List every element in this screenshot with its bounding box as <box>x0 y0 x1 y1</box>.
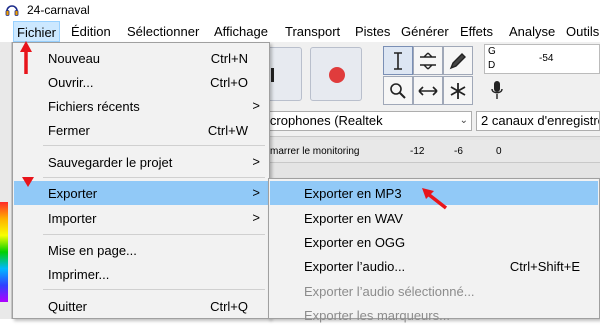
ruler-tick: -6 <box>454 146 463 157</box>
menu-item-exporter[interactable]: Exporter > <box>14 181 268 205</box>
shortcut-label: Ctrl+Shift+E <box>509 259 580 274</box>
submenu-item-label: Exporter en WAV <box>304 211 403 226</box>
ruler-tick: 0 <box>496 146 502 157</box>
submenu-item-exporter-marqueurs: Exporter les marqueurs... <box>270 303 598 327</box>
microphone-icon <box>491 81 503 99</box>
zoom-tool-button[interactable] <box>383 76 413 105</box>
submenu-arrow-icon: > <box>252 154 260 169</box>
submenu-item-exporter-selection: Exporter l’audio sélectionné... <box>270 279 598 303</box>
magnifier-icon <box>390 82 406 99</box>
menu-item-label: Imprimer... <box>48 267 110 282</box>
pencil-icon <box>449 52 466 69</box>
menu-item-nouveau[interactable]: Nouveau Ctrl+N <box>14 46 268 70</box>
envelope-tool-button[interactable] <box>413 46 443 75</box>
menu-item-label: Nouveau <box>48 51 101 66</box>
ruler-tick: -12 <box>410 146 425 157</box>
submenu-item-label: Exporter les marqueurs... <box>304 308 450 323</box>
timeshift-tool-button[interactable] <box>413 76 443 105</box>
menu-analyse[interactable]: Analyse <box>509 24 555 39</box>
spectrum-color-strip <box>0 202 8 302</box>
menu-item-label: Mise en page... <box>48 243 137 258</box>
menu-item-label: Importer <box>48 211 97 226</box>
monitoring-prompt: marrer le monitoring <box>270 146 360 157</box>
menu-selectionner[interactable]: Sélectionner <box>127 24 199 39</box>
asterisk-icon <box>450 82 466 99</box>
menu-edition[interactable]: Édition <box>71 24 111 39</box>
menu-item-label: Sauvegarder le projet <box>48 155 173 170</box>
input-device-select[interactable]: icrophones (Realtek ⌄ <box>262 111 472 131</box>
menu-item-label: Fermer <box>48 123 90 138</box>
menu-item-fichiers-recents[interactable]: Fichiers récents > <box>14 94 268 118</box>
annotation-arrow-diagonal-icon <box>422 188 448 210</box>
double-arrow-icon <box>418 85 438 96</box>
input-device-value: icrophones (Realtek <box>267 113 383 128</box>
menu-effets[interactable]: Effets <box>460 24 493 39</box>
playback-meter[interactable]: G D -54 <box>484 44 600 74</box>
recording-meter-ruler[interactable]: marrer le monitoring -12 -6 0 <box>262 140 600 163</box>
menu-bar: Fichier Édition Sélectionner Affichage T… <box>0 20 600 42</box>
record-icon <box>329 67 345 83</box>
shortcut-label: Ctrl+N <box>210 51 248 66</box>
menu-pistes[interactable]: Pistes <box>355 24 390 39</box>
menu-item-imprimer[interactable]: Imprimer... <box>14 262 268 286</box>
menu-item-sauvegarder[interactable]: Sauvegarder le projet > <box>14 150 268 174</box>
menu-affichage[interactable]: Affichage <box>214 24 268 39</box>
submenu-arrow-icon: > <box>252 98 260 113</box>
channels-select[interactable]: 2 canaux d'enregistre <box>476 111 600 131</box>
menu-separator <box>43 177 265 178</box>
draw-tool-button[interactable] <box>443 46 473 75</box>
menu-item-quitter[interactable]: Quitter Ctrl+Q <box>14 294 268 318</box>
shortcut-label: Ctrl+O <box>210 75 248 90</box>
meter-left-label: G <box>488 46 496 57</box>
menu-item-label: Exporter <box>48 186 98 201</box>
submenu-arrow-icon: > <box>252 210 260 225</box>
menu-item-label: Fichiers récents <box>48 99 140 114</box>
submenu-item-label: Exporter l’audio... <box>304 259 406 274</box>
record-button[interactable] <box>310 47 362 101</box>
shortcut-label: Ctrl+W <box>207 123 248 138</box>
menu-separator <box>43 234 265 235</box>
track-panel-edge <box>0 42 12 319</box>
submenu-item-label: Exporter en MP3 <box>304 186 402 201</box>
menu-outils[interactable]: Outils <box>566 24 599 39</box>
menu-fichier[interactable]: Fichier <box>13 21 61 42</box>
meter-right-label: D <box>488 60 496 71</box>
submenu-item-exporter-ogg[interactable]: Exporter en OGG <box>270 230 598 254</box>
menu-generer[interactable]: Générer <box>401 24 449 39</box>
submenu-item-exporter-audio[interactable]: Exporter l’audio... Ctrl+Shift+E <box>270 254 598 278</box>
submenu-item-label: Exporter en OGG <box>304 235 406 250</box>
selection-tool-button[interactable] <box>383 46 413 75</box>
menu-transport[interactable]: Transport <box>285 24 340 39</box>
shortcut-label: Ctrl+Q <box>210 299 248 314</box>
menu-item-importer[interactable]: Importer > <box>14 206 268 230</box>
menu-item-ouvrir[interactable]: Ouvrir... Ctrl+O <box>14 70 268 94</box>
title-bar: 24-carnaval <box>0 0 600 20</box>
file-menu-dropdown: Nouveau Ctrl+N Ouvrir... Ctrl+O Fichiers… <box>12 42 270 319</box>
menu-separator <box>43 289 265 290</box>
menu-item-label: Ouvrir... <box>48 75 94 90</box>
menu-item-label: Quitter <box>48 299 88 314</box>
window-title: 24-carnaval <box>27 3 90 17</box>
menu-item-mise-en-page[interactable]: Mise en page... <box>14 238 268 262</box>
menu-item-fermer[interactable]: Fermer Ctrl+W <box>14 118 268 142</box>
channels-value: 2 canaux d'enregistre <box>481 113 600 128</box>
multi-tool-button[interactable] <box>443 76 473 105</box>
meter-tick-label: -54 <box>539 53 554 64</box>
submenu-item-label: Exporter l’audio sélectionné... <box>304 284 475 299</box>
submenu-arrow-icon: > <box>252 185 260 200</box>
envelope-icon <box>420 52 436 69</box>
chevron-down-icon: ⌄ <box>459 115 468 126</box>
audacity-headphones-icon <box>5 5 19 16</box>
annotation-arrow-up-icon <box>20 41 32 74</box>
menu-separator <box>43 145 265 146</box>
annotation-triangle-down-icon <box>22 177 34 187</box>
text-cursor-icon <box>394 51 402 70</box>
